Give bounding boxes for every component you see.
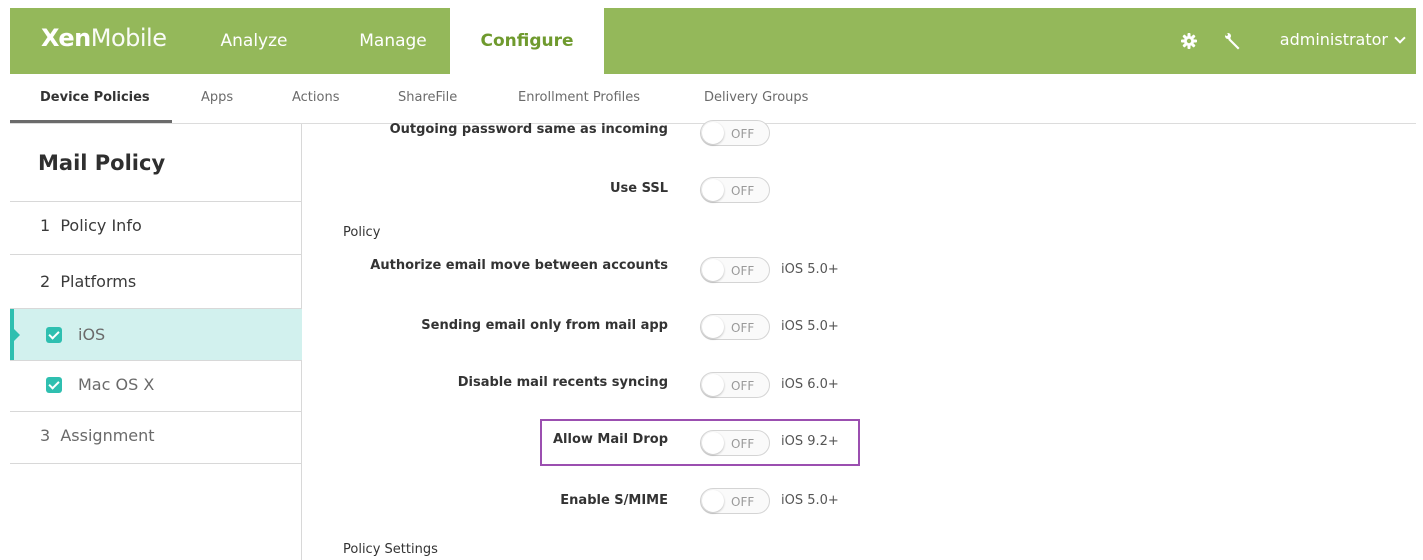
setting-row: Use SSL [320,175,668,205]
toggle-authorize-email-move[interactable]: OFF [700,257,770,283]
toggle-knob [702,179,724,201]
sidebar-item-assignment[interactable]: 3 Assignment [10,412,302,462]
toggle-enable-smime[interactable]: OFF [700,488,770,514]
setting-label: Use SSL [609,181,668,196]
user-name: administrator [1279,30,1388,49]
setting-label: Disable mail recents syncing [457,375,668,390]
toggle-state: OFF [731,127,755,141]
subnav-enrollment-profiles[interactable]: Enrollment Profiles [518,90,640,105]
wrench-icon[interactable] [1224,32,1242,50]
toggle-knob [702,490,724,512]
toggle-state: OFF [731,495,755,509]
toggle-state: OFF [731,264,755,278]
subnav-apps[interactable]: Apps [201,90,233,105]
sidebar-item-mac-os-x[interactable]: Mac OS X [10,361,302,411]
subnav-actions[interactable]: Actions [292,90,340,105]
sidebar-item-platforms[interactable]: 2 Platforms [10,255,302,307]
toggle-state: OFF [731,184,755,198]
toggle-sending-email-only[interactable]: OFF [700,314,770,340]
sidebar-item-label: 3 Assignment [40,426,155,445]
user-menu[interactable]: administrator [1279,30,1406,49]
toggle-knob [702,316,724,338]
toggle-knob [702,122,724,144]
toggle-disable-mail-recents[interactable]: OFF [700,372,770,398]
toggle-knob [702,259,724,281]
tab-manage[interactable]: Manage [340,8,446,74]
sub-nav: Device Policies Apps Actions ShareFile E… [10,74,1416,124]
toggle-use-ssl[interactable]: OFF [700,177,770,203]
setting-row: Enable S/MIME [320,487,668,517]
setting-row: Authorize email move between accounts [320,252,668,282]
active-tab-indicator [10,120,172,123]
top-nav-bar: XenMobile Analyze Manage Configure admin… [10,8,1416,74]
toggle-state: OFF [731,321,755,335]
tab-configure[interactable]: Configure [450,8,604,74]
ios-version-note: iOS 6.0+ [781,377,839,392]
setting-label: Authorize email move between accounts [370,258,668,273]
section-heading-policy-settings: Policy Settings [343,542,438,557]
active-marker [10,309,20,361]
ios-version-note: iOS 5.0+ [781,319,839,334]
page: XenMobile Analyze Manage Configure admin… [0,0,1423,560]
setting-row: Disable mail recents syncing [320,369,668,399]
page-title: Mail Policy [38,151,166,175]
section-heading-policy: Policy [343,225,381,240]
sidebar-item-label: Mac OS X [78,375,155,394]
setting-row: Sending email only from mail app [320,312,668,342]
ios-version-note: iOS 5.0+ [781,493,839,508]
xenmobile-logo: XenMobile [41,24,167,52]
chevron-down-icon [1394,32,1406,44]
sidebar-item-policy-info[interactable]: 1 Policy Info [10,202,302,252]
checkbox-mac-os-x[interactable] [46,377,62,393]
tab-analyze[interactable]: Analyze [208,8,300,74]
setting-label: Enable S/MIME [560,493,668,508]
sidebar-item-label: 1 Policy Info [40,216,142,235]
ios-version-note: iOS 5.0+ [781,262,839,277]
sidebar-item-ios[interactable]: iOS [10,309,302,361]
subnav-sharefile[interactable]: ShareFile [398,90,457,105]
sidebar-item-label: iOS [78,325,106,344]
subnav-device-policies[interactable]: Device Policies [40,90,150,105]
gear-icon[interactable] [1180,32,1198,50]
toggle-state: OFF [731,379,755,393]
toggle-outgoing-password-same[interactable]: OFF [700,120,770,146]
setting-label: Sending email only from mail app [421,318,668,333]
setting-row: Outgoing password same as incoming [320,116,668,146]
toggle-knob [702,374,724,396]
sidebar-item-label: 2 Platforms [40,272,137,291]
setting-label: Outgoing password same as incoming [389,122,668,137]
checkbox-ios[interactable] [46,327,62,343]
sidebar: Mail Policy 1 Policy Info 2 Platforms iO… [10,124,302,560]
highlight-box [540,419,860,466]
divider [10,463,302,464]
subnav-delivery-groups[interactable]: Delivery Groups [704,90,808,105]
